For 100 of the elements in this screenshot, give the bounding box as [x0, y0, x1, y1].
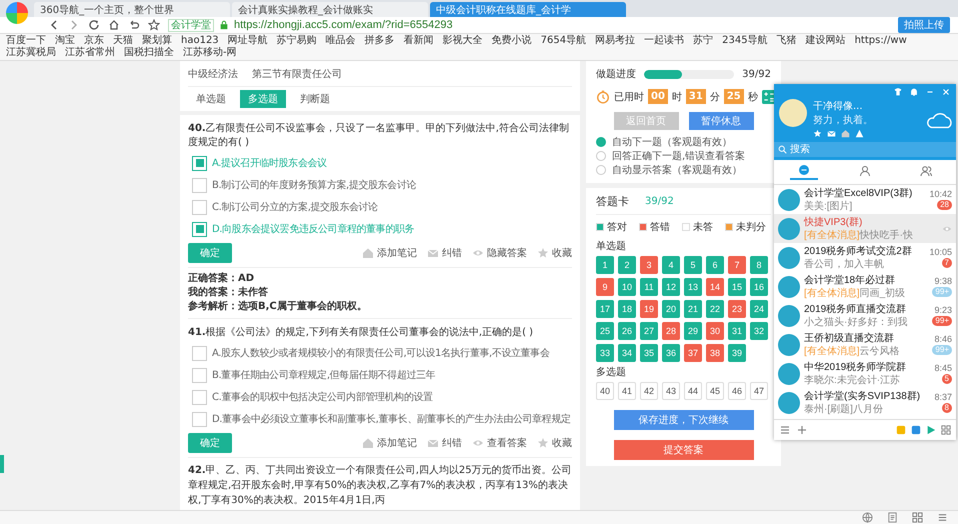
bookmark-link[interactable]: hao123 — [181, 35, 219, 47]
bookmark-link[interactable]: 京东 — [84, 35, 104, 47]
bookmark-link[interactable]: 影视大全 — [442, 35, 483, 47]
chat-item[interactable]: 会计学堂(实务SVIP138群) 泰州·[刷题]八月份 8:37 8 — [774, 388, 956, 417]
option-text: D.董事会中必须设立董事长和副董事长,董事长、副董事长的产生办法由公司章程规定 — [212, 412, 570, 426]
search-input[interactable]: 搜索 — [790, 144, 890, 155]
bookmark-link[interactable]: https://ww — [854, 35, 907, 47]
browser-tab[interactable]: 360导航_一个主页，整个世界 — [34, 2, 230, 17]
question-text: 41.根据《公司法》的规定,下列有关有限责任公司董事会的说法中,正确的是( ) — [188, 326, 534, 340]
question-number-button[interactable]: 43 — [662, 382, 680, 400]
question-number-button[interactable]: 45 — [706, 382, 724, 400]
action-link[interactable]: 纠错 — [427, 246, 462, 260]
bookmark-link[interactable]: 百度一下 — [6, 35, 46, 47]
chat-item[interactable]: 中华2019税务师学院群 李晓尔:未完会计·江苏 8:45 5 — [774, 359, 956, 388]
action-link[interactable]: 纠错 — [427, 436, 462, 450]
progress-reading: 39/92 — [742, 68, 771, 80]
timer-digits: 31 — [686, 89, 706, 104]
chat-item[interactable]: 会计学堂18年必过群 [有全体消息]同画_初级 9:38 99+ — [774, 272, 956, 301]
chat-name: 王侨初级直播交流群 — [804, 332, 895, 344]
action-link[interactable]: 收藏 — [537, 246, 572, 260]
section-title: 单选题 — [596, 240, 627, 253]
chat-name: 会计学堂18年必过群 — [804, 274, 896, 286]
bookmark-link[interactable]: 苏宁 — [693, 35, 714, 47]
action-link[interactable]: 添加笔记 — [362, 246, 417, 260]
question-type-tab[interactable]: 判断题 — [292, 90, 338, 108]
unread-badge: 99+ — [932, 287, 952, 297]
chat-item[interactable]: 2019税务师考试交流2群 香公司，加入丰帆 10:05 7 — [774, 243, 956, 272]
bookmark-link[interactable]: 网易考拉 — [595, 35, 636, 47]
search-field[interactable]: 搜索 — [774, 142, 956, 157]
url-text[interactable]: https://zhongji.acc5.com/exam/?rid=6554293 — [234, 19, 453, 31]
chat-preview: 泰州·[刷题]八月份 — [804, 402, 883, 416]
bookmark-link[interactable]: 看新闻 — [404, 35, 434, 47]
progress-label: 做题进度 — [596, 68, 636, 81]
bookmark-link[interactable]: 江苏冀税局 — [6, 47, 56, 59]
bookmark-link[interactable]: 天猫 — [113, 35, 133, 47]
question-number-button[interactable]: 40 — [596, 382, 614, 400]
chat-preview: 快快吃手·快 — [860, 228, 913, 242]
bookmark-link[interactable]: 聚划算 — [142, 35, 172, 47]
chat-preview: 同画_初级 — [860, 286, 906, 300]
unread-badge: 5 — [942, 374, 952, 384]
chat-time: 10:05 — [929, 247, 952, 257]
bookmark-link[interactable]: 网址导航 — [228, 35, 268, 47]
card-count: 39/92 — [645, 196, 674, 207]
mode-label: 自动显示答案（客观题有效） — [612, 164, 742, 177]
bookmark-link[interactable]: 国税扫描全 — [124, 47, 174, 59]
bookmark-link[interactable]: 7654导航 — [540, 35, 586, 47]
action-link[interactable]: 查看答案 — [472, 436, 527, 450]
chat-item[interactable]: 会计学堂Excel8VIP(3群) 美美:[图片] 10:42 28 — [774, 185, 956, 214]
timer-digits: 00 — [648, 89, 668, 104]
chat-time: 8:37 — [934, 392, 952, 402]
bookmark-link[interactable]: 拼多多 — [364, 35, 395, 47]
chat-time: 9:23 — [934, 305, 952, 315]
bookmark-link[interactable]: 一起读书 — [644, 35, 684, 47]
chat-name: 快捷VIP3(群) — [804, 216, 864, 228]
mode-label: 回答正确下一题,错误查看答案 — [612, 150, 746, 163]
bookmark-link[interactable]: 苏宁易购 — [276, 35, 317, 47]
option-text: A.股东人数较少或者规模较小的有限责任公司,可以设1名执行董事,不设立董事会 — [212, 346, 550, 360]
timer-unit: 秒 — [748, 90, 758, 104]
question-type-tab[interactable]: 单选题 — [188, 90, 234, 108]
question-number-button[interactable]: 47 — [750, 382, 768, 400]
action-link[interactable]: 隐藏答案 — [472, 246, 527, 260]
answer-line: 正确答案：AD — [188, 272, 256, 286]
mention-tag: [有全体消息] — [804, 228, 860, 242]
chat-item[interactable]: 2019税务师直播交流群 小之猫头·好多好：到我 9:23 99+ — [774, 301, 956, 330]
question-number-button[interactable]: 42 — [640, 382, 658, 400]
action-link[interactable]: 收藏 — [537, 436, 572, 450]
chat-name: 中华2019税务师学院群 — [804, 360, 908, 374]
bookmark-link[interactable]: 唯品会 — [326, 35, 356, 47]
breadcrumb-item[interactable]: 第三节有限责任公司 — [252, 67, 342, 81]
chat-time: 10:42 — [929, 189, 952, 199]
breadcrumb-item[interactable]: 中级经济法 — [188, 67, 238, 81]
bookmark-link[interactable]: 江苏省常州 — [65, 47, 115, 59]
chat-name: 会计学堂Excel8VIP(3群) — [804, 186, 914, 200]
chat-preview: 小之猫头·好多好：到我 — [804, 316, 908, 328]
bookmark-link[interactable]: 淘宝 — [55, 35, 75, 47]
action-link[interactable]: 添加笔记 — [362, 436, 417, 450]
mode-label: 自动下一题（客观题有效） — [612, 136, 732, 149]
chat-item[interactable]: 王侨初级直播交流群 [有全体消息]云兮风格 8:46 99+ — [774, 330, 956, 359]
timer-unit: 分 — [710, 90, 720, 104]
chat-time: 8:46 — [934, 334, 952, 344]
browser-tab[interactable]: 会计真账实操教程_会计做账实 — [232, 2, 428, 17]
timer-digits: 25 — [724, 89, 744, 104]
bookmark-link[interactable]: 建设网站 — [806, 35, 846, 47]
mention-tag: [有全体消息] — [804, 286, 860, 300]
bookmark-link[interactable]: 飞猪 — [776, 35, 797, 47]
question-number-button[interactable]: 46 — [728, 382, 746, 400]
unread-badge: 28 — [937, 200, 952, 210]
legend-label: 未判分 — [736, 220, 766, 234]
question-number-button[interactable]: 41 — [618, 382, 636, 400]
user-signature: 努力，执着。 — [813, 114, 873, 127]
chat-name: 会计学堂(实务SVIP138群) — [804, 390, 922, 402]
question-number-button[interactable]: 44 — [684, 382, 702, 400]
question-text: 40.乙有限责任公司不设监事会，只设了一名监事甲。甲的下列做法中,符合公司法律制度规定的有( ) — [188, 122, 570, 150]
bookmark-link[interactable]: 免费小说 — [492, 35, 532, 47]
answer-line: 我的答案：未作答 — [188, 286, 269, 300]
site-badge: 会计学堂 — [168, 18, 214, 32]
timer-unit: 时 — [672, 90, 682, 104]
bookmark-link[interactable]: 江苏移动-网 — [183, 47, 237, 59]
chat-item[interactable]: 快捷VIP3(群) [有全体消息]快快吃手·快 — [774, 214, 956, 243]
bookmark-link[interactable]: 2345导航 — [722, 35, 768, 47]
